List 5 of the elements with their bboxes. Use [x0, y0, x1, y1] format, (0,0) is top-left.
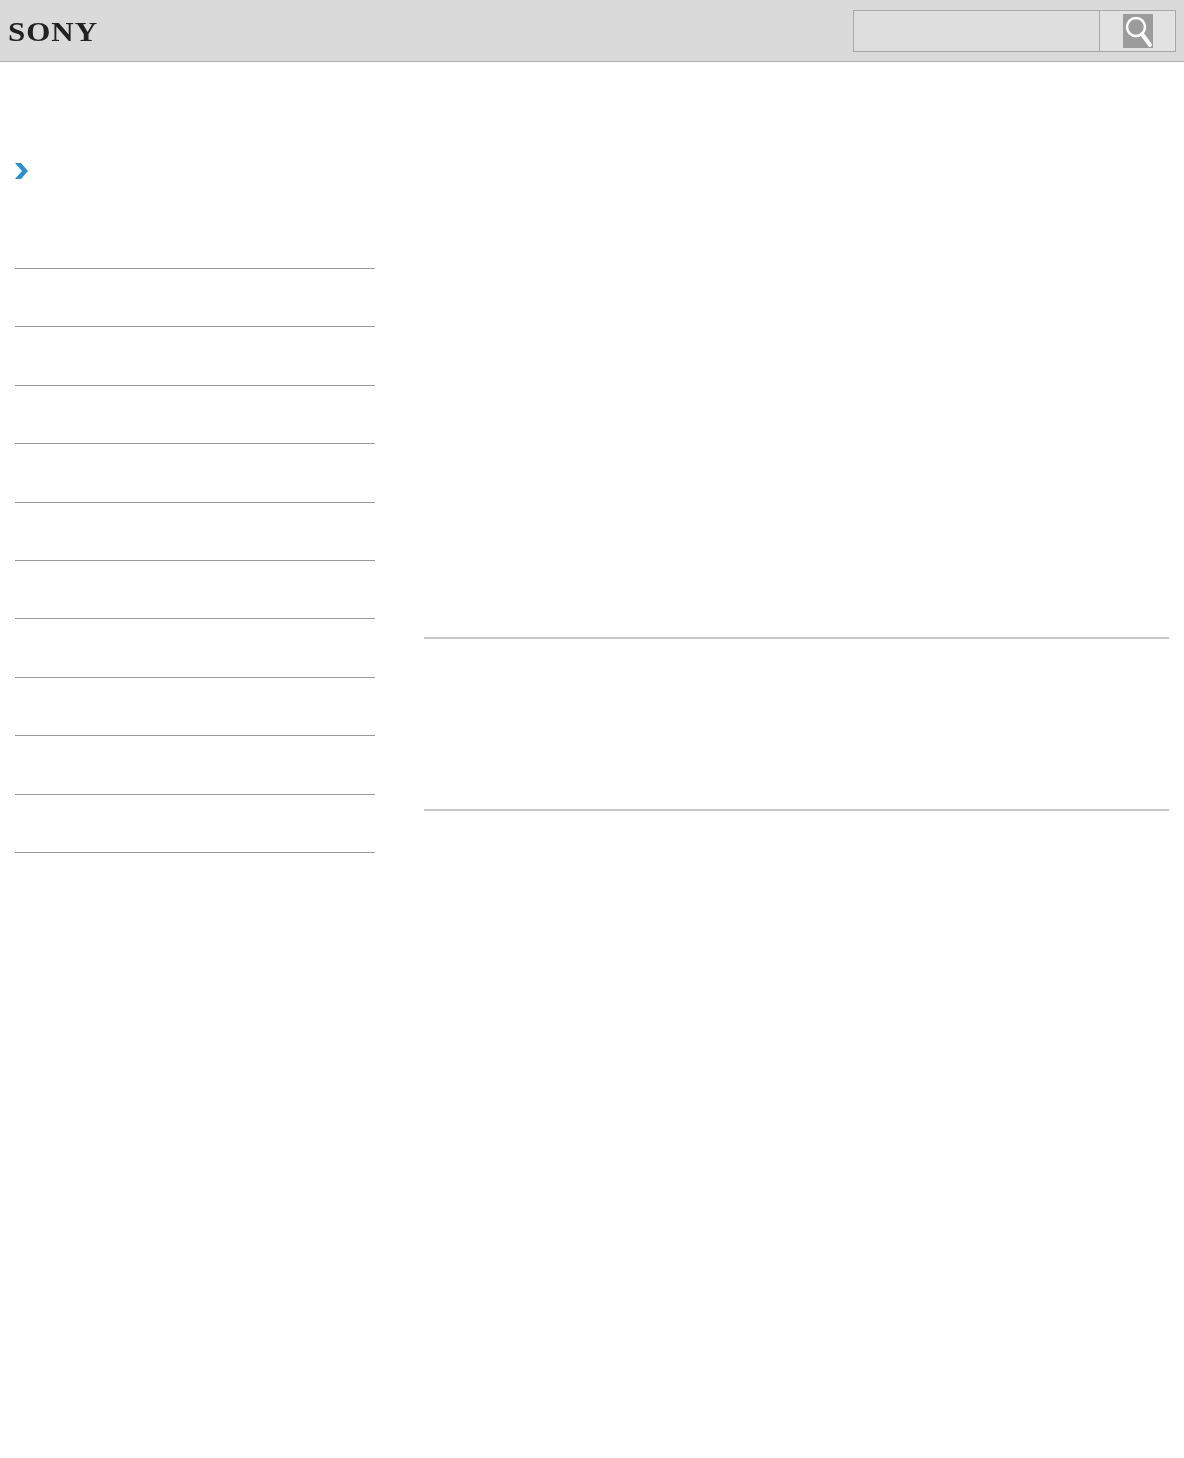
search-field[interactable] [853, 9, 1100, 52]
brand-logo: SONY [8, 16, 99, 47]
search-icon [1122, 13, 1153, 48]
chevron-icon [13, 162, 29, 180]
search-button[interactable] [1100, 9, 1176, 52]
